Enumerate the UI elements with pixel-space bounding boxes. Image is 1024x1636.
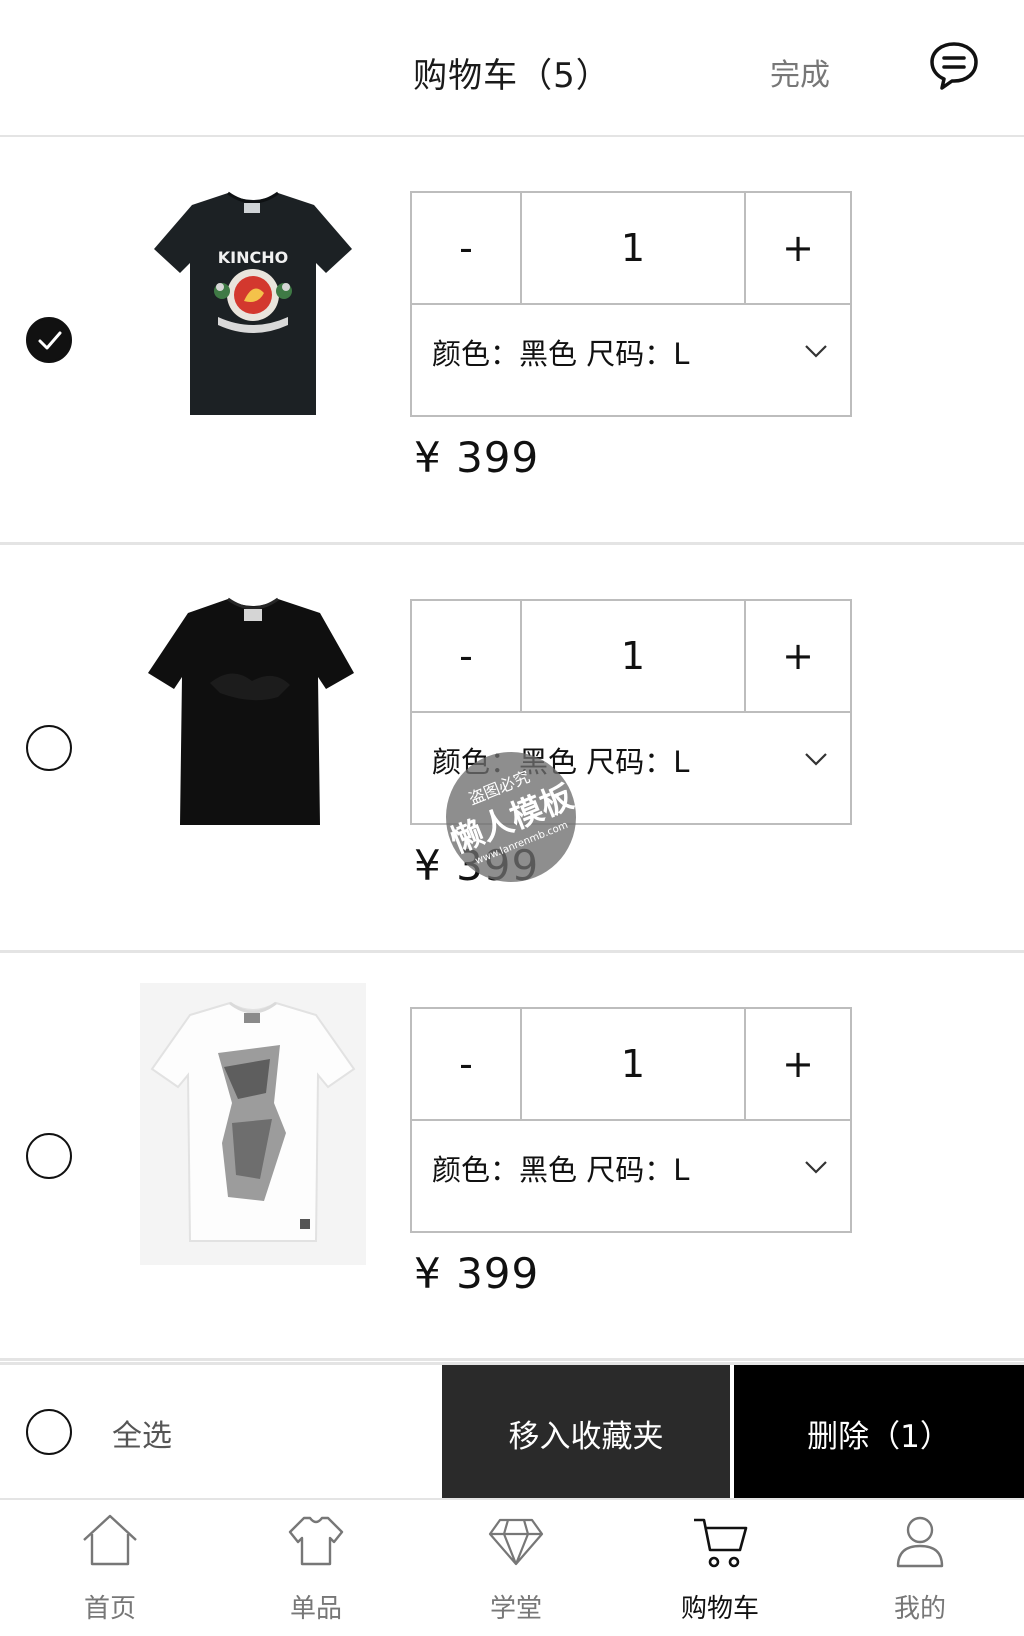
- delete-button[interactable]: 删除（1）: [734, 1365, 1024, 1501]
- item-checkbox[interactable]: [26, 1133, 72, 1179]
- cart-icon: [694, 1518, 748, 1568]
- increase-button[interactable]: +: [746, 193, 850, 303]
- bottom-tab-bar: 首页 单品 学堂 购物车 我的: [0, 1498, 1024, 1636]
- tab-label: 我的: [893, 1594, 946, 1624]
- tab-home[interactable]: 首页: [30, 1500, 190, 1636]
- item-checkbox[interactable]: [26, 725, 72, 771]
- tab-label: 单品: [289, 1594, 342, 1624]
- item-price: ¥ 399: [414, 1249, 540, 1298]
- select-all-checkbox[interactable]: [26, 1409, 72, 1455]
- quantity-stepper: - 1 +: [412, 601, 850, 713]
- chevron-down-icon[interactable]: [804, 1159, 828, 1175]
- variant-selector-label[interactable]: 颜色：黑色 尺码：L: [432, 331, 689, 373]
- item-checkbox[interactable]: [26, 317, 72, 363]
- page-title: 购物车（5）: [413, 56, 611, 96]
- tab-mine[interactable]: 我的: [840, 1500, 1000, 1636]
- diamond-icon: [488, 1518, 544, 1566]
- quantity-value[interactable]: 1: [522, 193, 746, 303]
- move-to-favorites-button[interactable]: 移入收藏夹: [442, 1365, 730, 1501]
- quantity-stepper: - 1 +: [412, 193, 850, 305]
- decrease-button[interactable]: -: [412, 1009, 522, 1119]
- product-image[interactable]: [140, 585, 366, 825]
- quantity-value[interactable]: 1: [522, 601, 746, 711]
- cart-item: KINCHO - 1 + 颜色：黑色 尺码：L ¥ 399: [0, 137, 1024, 545]
- check-icon: [38, 331, 62, 350]
- top-bar: 购物车（5） 完成: [0, 0, 1024, 137]
- tshirt-icon: [288, 1516, 344, 1566]
- tab-label: 首页: [83, 1594, 136, 1624]
- increase-button[interactable]: +: [746, 601, 850, 711]
- decrease-button[interactable]: -: [412, 193, 522, 303]
- select-all-label[interactable]: 全选: [112, 1411, 172, 1455]
- chevron-down-icon[interactable]: [804, 343, 828, 359]
- tab-cart[interactable]: 购物车: [640, 1500, 800, 1636]
- quantity-variant-box: - 1 + 颜色：黑色 尺码：L: [410, 1007, 852, 1233]
- chevron-down-icon[interactable]: [804, 751, 828, 767]
- quantity-variant-box: - 1 + 颜色：黑色 尺码：L: [410, 191, 852, 417]
- quantity-stepper: - 1 +: [412, 1009, 850, 1121]
- variant-selector-label[interactable]: 颜色：黑色 尺码：L: [432, 1147, 689, 1189]
- cart-action-bar: 全选 移入收藏夹 删除（1）: [0, 1362, 1024, 1501]
- chat-bubble-icon[interactable]: [928, 40, 980, 92]
- home-icon: [83, 1514, 137, 1566]
- user-icon: [896, 1516, 944, 1568]
- tab-label: 购物车: [680, 1594, 759, 1624]
- tab-label: 学堂: [489, 1594, 542, 1624]
- done-button[interactable]: 完成: [770, 50, 830, 94]
- increase-button[interactable]: +: [746, 1009, 850, 1119]
- product-image[interactable]: [140, 983, 366, 1265]
- svg-text:KINCHO: KINCHO: [218, 248, 288, 267]
- tab-academy[interactable]: 学堂: [436, 1500, 596, 1636]
- cart-item: - 1 + 颜色：黑色 尺码：L ¥ 399: [0, 545, 1024, 953]
- item-price: ¥ 399: [414, 433, 540, 482]
- product-image[interactable]: KINCHO: [140, 187, 366, 427]
- cart-item: - 1 + 颜色：黑色 尺码：L ¥ 399: [0, 953, 1024, 1361]
- quantity-value[interactable]: 1: [522, 1009, 746, 1119]
- decrease-button[interactable]: -: [412, 601, 522, 711]
- tab-items[interactable]: 单品: [236, 1500, 396, 1636]
